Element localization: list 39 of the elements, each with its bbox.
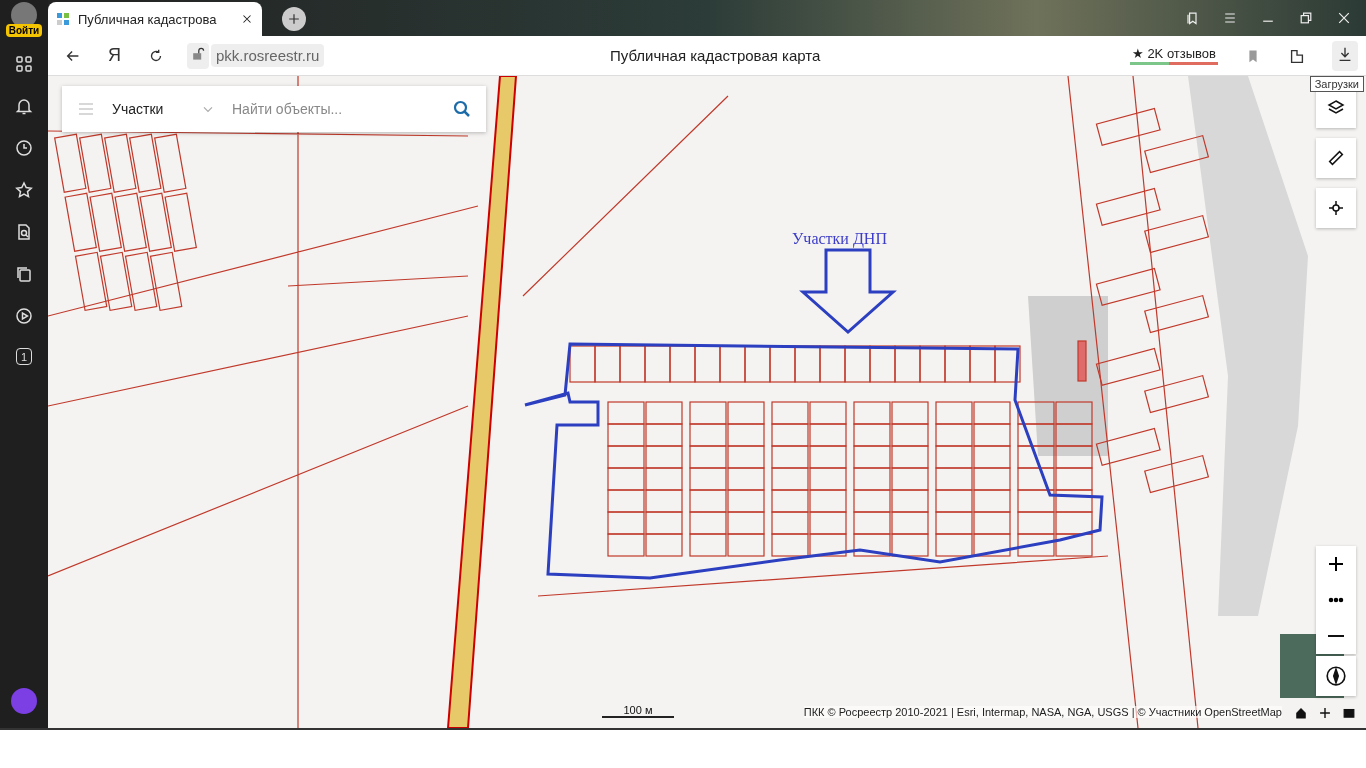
home-icon[interactable] xyxy=(1294,706,1308,720)
play-circle-icon[interactable] xyxy=(14,306,34,326)
assistant-icon[interactable] xyxy=(11,688,37,714)
browser-tab[interactable]: Публичная кадастрова xyxy=(48,2,262,36)
login-button[interactable]: Войти xyxy=(5,24,43,37)
panel-icon[interactable] xyxy=(1342,706,1356,720)
browser-logo[interactable]: Я xyxy=(108,45,121,66)
site-logo-icon xyxy=(56,12,70,26)
minus-icon xyxy=(1328,635,1344,637)
scale-bar: 100 м xyxy=(602,704,674,718)
url-field[interactable]: pkk.rosreestr.ru xyxy=(211,44,325,67)
unlock-icon[interactable] xyxy=(190,45,206,62)
clock-icon[interactable] xyxy=(14,138,34,158)
page-title: Публичная кадастровая карта xyxy=(610,47,821,64)
plus-icon[interactable] xyxy=(286,11,302,27)
menu-icon[interactable] xyxy=(1222,10,1238,26)
crosshair-icon[interactable] xyxy=(1318,706,1332,720)
attribution-text: ПКК © Росреестр 2010-2021 | Esri, Intermap, NASA, NGA, USGS | © Участники OpenStreetMap xyxy=(803,706,1282,718)
search-icon[interactable] xyxy=(452,99,472,119)
apps-grid-icon[interactable] xyxy=(14,54,34,74)
plus-icon xyxy=(1326,554,1346,574)
locate-button[interactable] xyxy=(1316,188,1356,228)
crosshair-icon xyxy=(1326,198,1346,218)
reviews-button[interactable]: ★ 2K отзывов xyxy=(1129,46,1218,65)
tooltip: Загрузки xyxy=(1309,76,1364,92)
close-icon[interactable] xyxy=(1336,10,1352,26)
counter-badge[interactable]: 1 xyxy=(16,348,32,365)
bell-icon[interactable] xyxy=(14,96,34,116)
compass-icon xyxy=(1325,665,1347,687)
restore-icon[interactable] xyxy=(1298,10,1314,26)
compass-button[interactable] xyxy=(1316,656,1356,696)
bookmarks-icon[interactable] xyxy=(1184,10,1200,26)
search-field[interactable]: Найти объекты... xyxy=(230,100,438,118)
ruler-icon xyxy=(1326,148,1346,168)
annotation-label: Участки ДНП xyxy=(792,230,887,248)
ruler-button[interactable] xyxy=(1316,138,1356,178)
category-selector[interactable]: Участки xyxy=(112,101,164,117)
star-icon[interactable] xyxy=(14,180,34,200)
copy-icon[interactable] xyxy=(14,264,34,284)
